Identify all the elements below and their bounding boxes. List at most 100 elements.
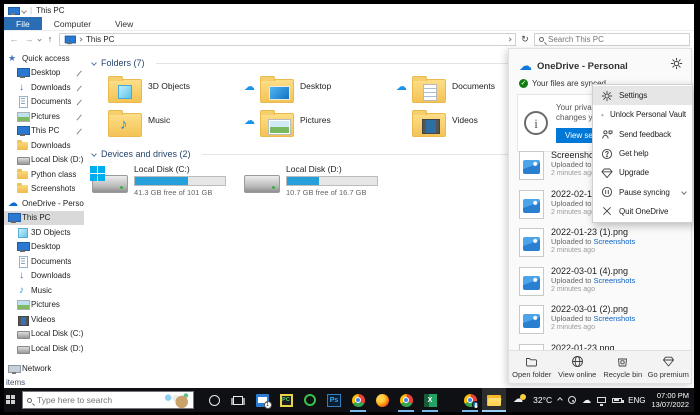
sidebar-item[interactable]: This PC: [4, 124, 84, 139]
sidebar-item[interactable]: Screenshots: [4, 182, 84, 197]
capacity-bar-fill: [287, 177, 320, 185]
tab-file[interactable]: File: [4, 17, 42, 30]
explorer-search-input[interactable]: [548, 34, 685, 44]
pause-icon: [601, 187, 613, 198]
taskbar-search-input[interactable]: [37, 395, 158, 405]
doc-icon: [17, 255, 28, 268]
menu-item-unlock-personal-vault[interactable]: Unlock Personal Vault: [593, 105, 692, 124]
search-icon: [27, 397, 32, 403]
sidebar-item[interactable]: Quick access: [4, 51, 84, 66]
image-file-icon: [519, 189, 544, 219]
firefox-icon: [375, 393, 389, 407]
sidebar-item[interactable]: Local Disk (C:): [4, 327, 84, 342]
photoshop-button[interactable]: Ps: [322, 388, 346, 412]
back-button[interactable]: ←: [8, 34, 20, 44]
drive-tile[interactable]: Local Disk (C:) 41.3 GB free of 101 GB: [90, 164, 244, 197]
collapse-chevron-icon[interactable]: [91, 60, 97, 66]
tray-app-icon[interactable]: [568, 396, 577, 404]
tab-computer[interactable]: Computer: [42, 17, 103, 30]
menu-item-get-help[interactable]: Get help: [593, 144, 692, 163]
file-explorer-button[interactable]: [482, 388, 506, 412]
battery-icon[interactable]: [612, 397, 624, 403]
firefox-button[interactable]: [370, 388, 394, 412]
sidebar-item[interactable]: Documents: [4, 95, 84, 110]
hidden-icons-chevron-icon[interactable]: [557, 397, 563, 403]
refresh-icon[interactable]: ↻: [519, 34, 531, 45]
forward-button[interactable]: →: [23, 34, 35, 44]
chrome-2-button[interactable]: [394, 388, 418, 412]
onedrive-file-item[interactable]: 2022-01-23 (1).png Uploaded to Screensho…: [509, 226, 691, 265]
screenshots-folder-link[interactable]: Screenshots: [594, 237, 636, 246]
sidebar-item[interactable]: Local Disk (D:): [4, 153, 84, 168]
sidebar-item[interactable]: This PC: [4, 210, 84, 225]
menu-item-send-feedback[interactable]: Send feedback: [593, 125, 692, 144]
view-online-button[interactable]: View online: [555, 351, 601, 383]
sidebar-item[interactable]: Pictures: [4, 109, 84, 124]
language-indicator[interactable]: ENG: [628, 396, 645, 405]
sidebar-item[interactable]: Network: [4, 362, 84, 377]
cortana-button[interactable]: [202, 388, 226, 412]
task-view-button[interactable]: [226, 388, 250, 412]
folder-tile[interactable]: ☁ Pictures: [244, 107, 396, 141]
pic-icon: [17, 299, 30, 311]
up-button[interactable]: ↑: [44, 34, 56, 44]
menu-item-settings[interactable]: Settings: [593, 86, 692, 106]
search-highlights-graphic[interactable]: [163, 392, 189, 408]
pc-app-button[interactable]: PC: [274, 388, 298, 412]
collapse-chevron-icon[interactable]: [91, 151, 97, 157]
sidebar-item[interactable]: Videos: [4, 312, 84, 327]
sidebar-item[interactable]: Desktop: [4, 66, 84, 81]
screenshots-folder-link[interactable]: Screenshots: [594, 314, 636, 323]
sidebar-item[interactable]: Music: [4, 283, 84, 298]
menu-item-upgrade[interactable]: Upgrade: [593, 163, 692, 182]
sidebar-item[interactable]: Pictures: [4, 298, 84, 313]
doc-icon: [17, 96, 28, 109]
sidebar-item[interactable]: Documents: [4, 254, 84, 269]
weather-icon[interactable]: [513, 394, 527, 406]
documents-icon: [412, 76, 446, 103]
onedrive-tray-icon[interactable]: ☁: [582, 395, 591, 405]
sidebar-item[interactable]: 3D Objects: [4, 225, 84, 240]
explorer-search-box[interactable]: [534, 32, 690, 46]
excel-icon: X: [423, 393, 437, 407]
qat-customize-chevron-icon[interactable]: [21, 7, 27, 14]
drive-tile[interactable]: Local Disk (D:) 10.7 GB free of 16.7 GB: [244, 164, 396, 197]
chrome-button[interactable]: [346, 388, 370, 412]
open-folder-button[interactable]: Open folder: [509, 351, 555, 383]
image-file-icon: [519, 305, 544, 334]
address-field[interactable]: This PC: [59, 32, 516, 46]
recycle-bin-button[interactable]: Recycle bin: [600, 351, 646, 383]
sidebar-item[interactable]: Python class: [4, 167, 84, 182]
folder-tile[interactable]: ☁ Music: [92, 107, 244, 141]
onedrive-file-item[interactable]: 2022-03-01 (4).png Uploaded to Screensho…: [509, 265, 691, 304]
sidebar-item[interactable]: Local Disk (D:): [4, 341, 84, 356]
onedrive-file-item[interactable]: 2022-01-23.png Uploaded to Screensho: [509, 342, 691, 350]
address-dropdown-chevron-icon[interactable]: [507, 36, 512, 42]
onedrive-settings-gear-icon[interactable]: [670, 57, 683, 75]
status-bar: items: [6, 378, 25, 387]
menu-item-quit-onedrive[interactable]: Quit OneDrive: [593, 202, 692, 221]
sidebar-item[interactable]: OneDrive - Personal: [4, 196, 84, 211]
sidebar-item[interactable]: Downloads: [4, 80, 84, 95]
clock[interactable]: 07:00 PM 13/07/2022: [651, 391, 689, 409]
sidebar-item[interactable]: Desktop: [4, 240, 84, 255]
tab-view[interactable]: View: [103, 17, 145, 30]
sidebar-item[interactable]: Downloads: [4, 138, 84, 153]
taskbar-search-box[interactable]: [22, 391, 194, 409]
network-icon[interactable]: [597, 397, 607, 406]
folder-tile[interactable]: ☁ 3D Objects: [92, 73, 244, 107]
screenshots-folder-link[interactable]: Screenshots: [594, 276, 636, 285]
recent-locations-chevron-icon[interactable]: [37, 36, 42, 42]
sidebar-item[interactable]: Downloads: [4, 269, 84, 284]
onedrive-file-item[interactable]: 2022-03-01 (2).png Uploaded to Screensho…: [509, 303, 691, 342]
chrome-profile-button[interactable]: [458, 388, 482, 412]
onedrive-header: ☁ OneDrive - Personal: [509, 49, 691, 77]
menu-item-pause-syncing[interactable]: Pause syncing: [593, 182, 692, 201]
ring-app-button[interactable]: [298, 388, 322, 412]
temperature[interactable]: 32°C: [533, 395, 552, 405]
excel-button[interactable]: X: [418, 388, 442, 412]
folder-tile[interactable]: ☁ Desktop: [244, 73, 396, 107]
go-premium-button[interactable]: Go premium: [646, 351, 692, 383]
mail-button[interactable]: 1: [250, 388, 274, 412]
start-button[interactable]: [6, 395, 16, 405]
